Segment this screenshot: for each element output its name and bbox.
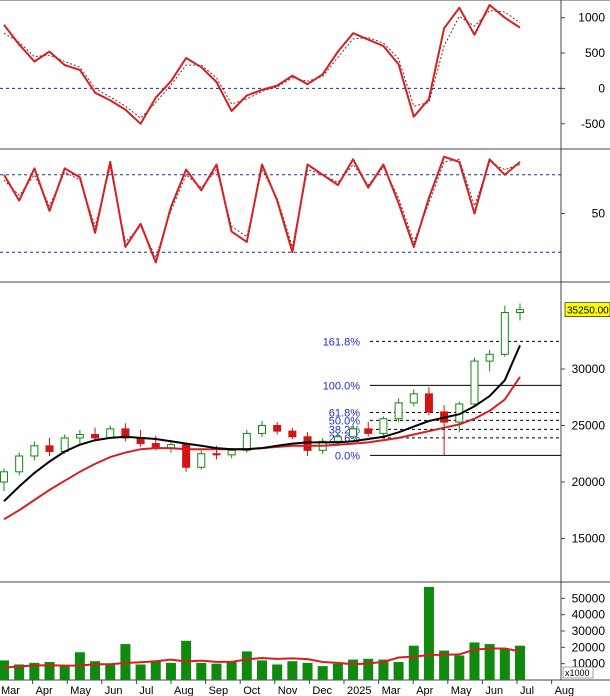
x-month-label: Apr: [36, 685, 53, 696]
volume-bar: [241, 651, 252, 680]
x-month-label: Oct: [243, 685, 260, 696]
osc-tick-label: 0: [598, 81, 605, 95]
x-month-label: Mar: [382, 685, 401, 696]
x-month-label: Dec: [312, 685, 332, 696]
candle-body: [394, 402, 403, 420]
volume-bar: [499, 648, 510, 680]
volume-bar: [226, 661, 237, 680]
volume-bar: [454, 655, 465, 680]
volume-unit-label: x1000: [565, 668, 590, 678]
candle-body: [106, 428, 115, 439]
candle-body: [212, 453, 221, 456]
volume-bar: [135, 664, 146, 680]
candle-body: [485, 353, 494, 362]
x-month-label: Mar: [1, 685, 20, 696]
price-tick-label: 30000: [572, 362, 606, 376]
fib-label: 161.8%: [323, 336, 361, 348]
candle-body: [333, 436, 342, 442]
volume-tick-label: 20000: [572, 640, 606, 654]
volume-bar: [408, 645, 419, 680]
x-month-label: Sep: [209, 685, 229, 696]
candle-body: [470, 360, 479, 405]
osc-tick-label: 500: [585, 46, 605, 60]
candle-body: [379, 418, 388, 434]
volume-tick-label: 50000: [572, 591, 606, 605]
volume-bar: [317, 666, 328, 680]
candle-body: [500, 312, 509, 355]
candle-body: [349, 428, 358, 438]
price-tick-label: 20000: [572, 475, 606, 489]
stoch-line: [3, 155, 521, 264]
volume-bar: [150, 660, 161, 680]
candle-body: [30, 445, 39, 457]
candle-body: [409, 393, 418, 404]
stoch-signal-line: [3, 158, 521, 258]
volume-bar: [105, 663, 116, 680]
x-month-label: Aug: [555, 685, 575, 696]
price-tick-label: 25000: [572, 418, 606, 432]
price-tick-label: 15000: [572, 531, 606, 545]
candle-body: [516, 309, 524, 314]
x-month-label: Aug: [174, 685, 194, 696]
volume-bar: [332, 663, 343, 680]
stock-chart: 10005000-50050161.8%100.0%61.8%50.0%38.2…: [0, 0, 610, 696]
volume-bar: [423, 586, 434, 680]
candle-body: [197, 453, 206, 468]
x-month-label: Jul: [520, 685, 534, 696]
x-month-label: May: [70, 685, 91, 696]
volume-bar: [469, 642, 480, 680]
candle-body: [424, 393, 433, 413]
x-month-label: Jun: [485, 685, 503, 696]
candle-body: [45, 445, 54, 452]
x-month-label: 2025: [347, 685, 371, 696]
volume-tick-label: 40000: [572, 608, 606, 622]
candle-body: [288, 430, 297, 438]
volume-bar: [257, 660, 267, 680]
volume-bar: [393, 662, 404, 680]
osc-tick-label: 1000: [578, 11, 605, 25]
volume-bar: [196, 662, 207, 680]
candle-body: [258, 424, 266, 434]
x-month-label: Apr: [416, 685, 433, 696]
candle-body: [91, 434, 100, 439]
fib-label: 0.0%: [335, 450, 360, 462]
volume-bar: [287, 661, 298, 680]
candle-body: [273, 424, 282, 432]
volume-bar: [348, 659, 359, 680]
candle-body: [242, 432, 251, 451]
volume-bar: [165, 662, 176, 680]
volume-bar: [302, 662, 313, 680]
fib-label: 100.0%: [323, 380, 361, 392]
x-month-label: Jun: [105, 685, 123, 696]
volume-bar: [211, 663, 222, 680]
osc-tick-label: -500: [581, 117, 605, 131]
x-month-label: Nov: [278, 685, 298, 696]
volume-bar: [0, 660, 9, 680]
stoch-tick-label: 50: [592, 207, 606, 221]
x-month-label: May: [451, 685, 472, 696]
volume-bar: [59, 666, 70, 680]
volume-bar: [272, 664, 283, 680]
osc-line: [3, 4, 521, 125]
candle-body: [75, 434, 84, 439]
volume-bar: [363, 658, 374, 680]
x-month-label: Jul: [139, 685, 153, 696]
osc-signal-line: [3, 10, 521, 119]
candle-body: [15, 455, 24, 473]
candle-body: [227, 449, 236, 456]
last-price-label: 35250.00: [567, 306, 609, 317]
candle-body: [0, 471, 8, 483]
volume-tick-label: 30000: [572, 624, 606, 638]
candle-body: [364, 428, 373, 434]
